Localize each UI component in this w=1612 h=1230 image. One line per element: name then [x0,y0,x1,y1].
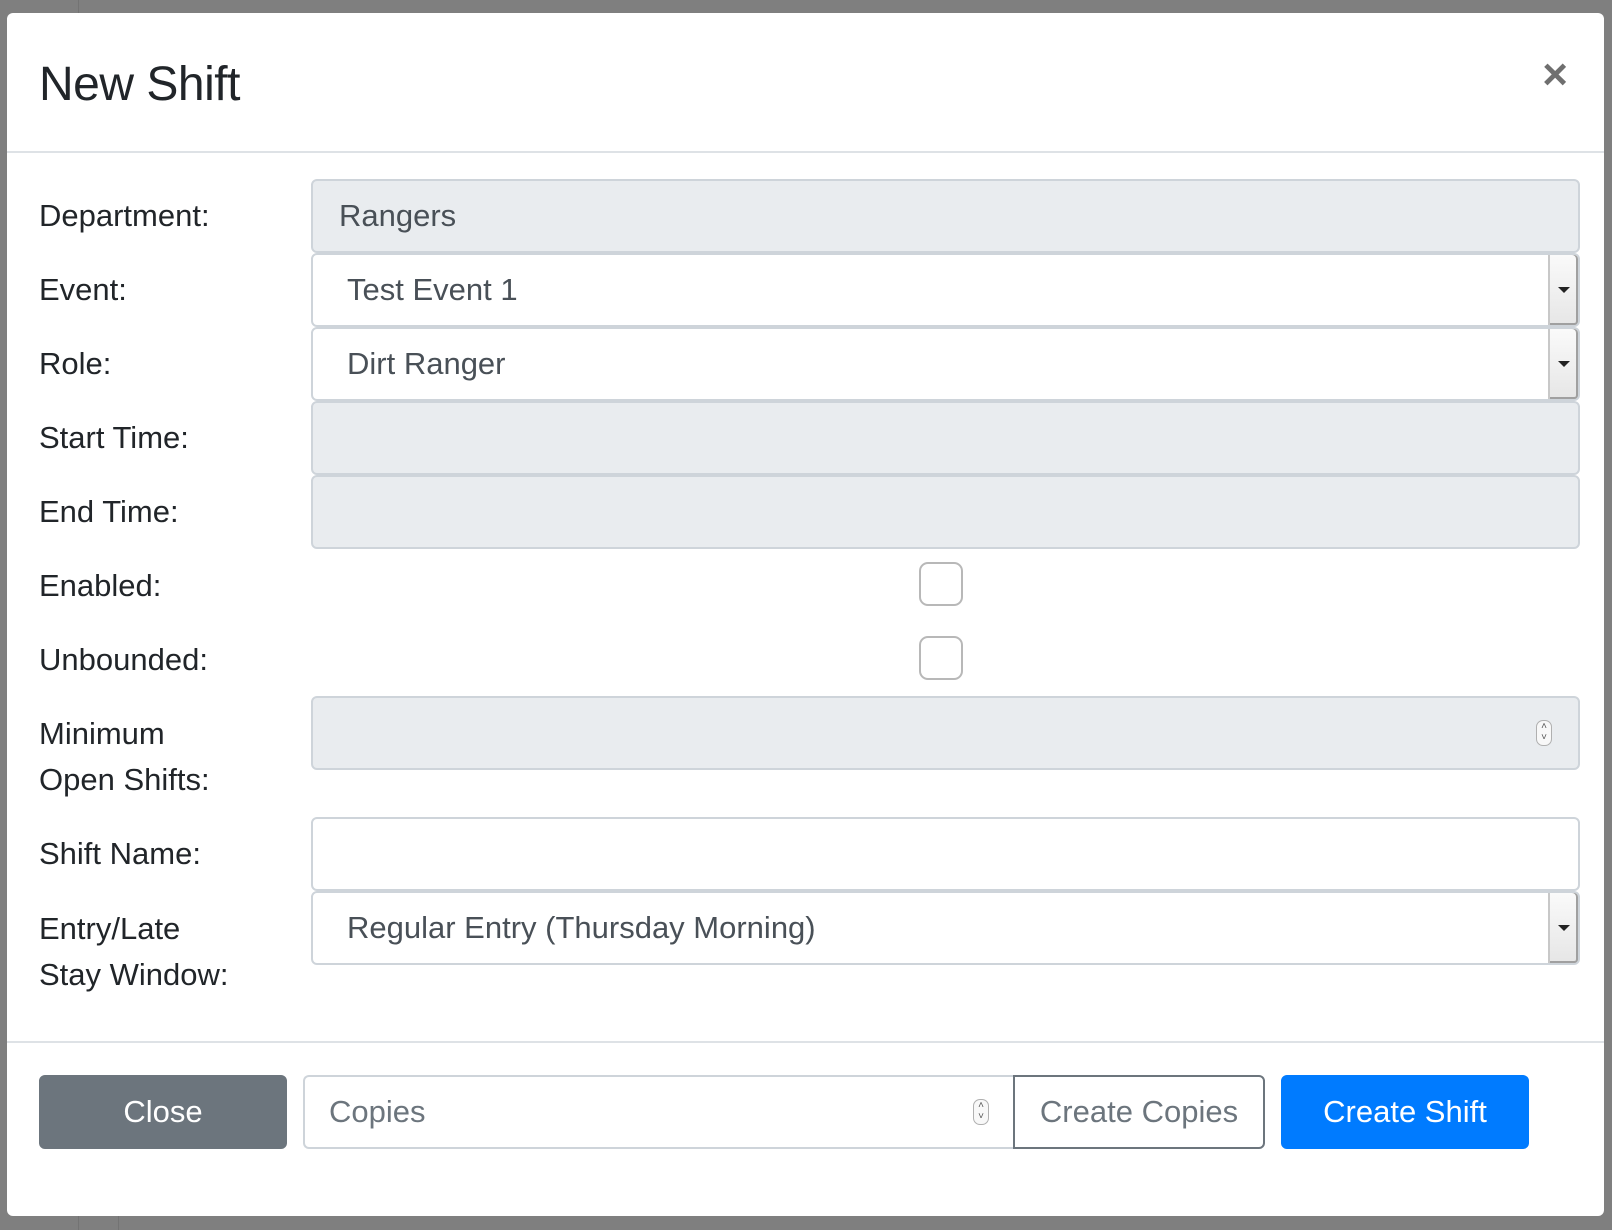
modal-footer: Close Copies ˄ ˅ Create Copies Create Shi… [7,1041,1604,1216]
new-shift-modal: New Shift × Department: Rangers Event: T… [7,13,1604,1216]
end-time-label: End Time: [39,494,179,529]
role-select[interactable]: Dirt Ranger [311,327,1580,401]
department-value: Rangers [339,198,457,233]
entry-window-value: Regular Entry (Thursday Morning) [347,910,816,945]
copies-placeholder: Copies [329,1094,426,1129]
enabled-checkbox[interactable] [919,562,963,606]
shift-name-input[interactable] [311,817,1580,891]
copies-input[interactable]: Copies ˄ ˅ [303,1075,1015,1149]
event-label: Event: [39,272,127,307]
entry-window-label-line1: Entry/Late [39,911,181,946]
spinner-icon[interactable]: ˄ ˅ [1536,720,1552,746]
department-field: Rangers [311,179,1580,253]
entry-window-label-line2: Stay Window: [39,957,229,992]
event-value: Test Event 1 [347,272,518,307]
entry-window-select[interactable]: Regular Entry (Thursday Morning) [311,891,1580,965]
close-icon[interactable]: × [1542,53,1568,97]
modal-title: New Shift [39,58,240,111]
chevron-down-icon[interactable] [1548,255,1578,325]
minimum-open-shifts-label-line1: Minimum [39,716,165,751]
event-select[interactable]: Test Event 1 [311,253,1580,327]
minimum-open-shifts-field[interactable]: ˄ ˅ [311,696,1580,770]
role-value: Dirt Ranger [347,346,506,381]
start-time-field[interactable] [311,401,1580,475]
create-copies-button[interactable]: Create Copies [1013,1075,1265,1149]
minimum-open-shifts-label-line2: Open Shifts: [39,762,210,797]
enabled-label: Enabled: [39,568,162,603]
modal-header: New Shift × [7,13,1604,153]
unbounded-checkbox[interactable] [919,636,963,680]
close-button[interactable]: Close [39,1075,287,1149]
spinner-icon[interactable]: ˄ ˅ [973,1099,989,1125]
start-time-label: Start Time: [39,420,189,455]
chevron-down-icon[interactable] [1548,893,1578,963]
shift-name-label: Shift Name: [39,836,201,871]
end-time-field[interactable] [311,475,1580,549]
create-shift-button[interactable]: Create Shift [1281,1075,1529,1149]
unbounded-label: Unbounded: [39,642,208,677]
department-label: Department: [39,198,210,233]
chevron-down-icon[interactable] [1548,329,1578,399]
role-label: Role: [39,346,112,381]
